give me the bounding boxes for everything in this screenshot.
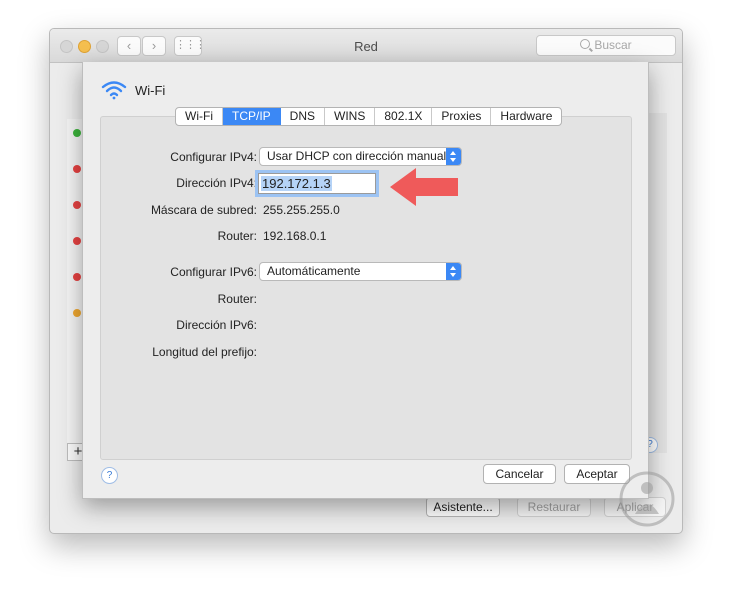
help-button[interactable]: ? bbox=[101, 467, 118, 484]
configure-ipv6-value: Automáticamente bbox=[267, 264, 361, 278]
cancel-button[interactable]: Cancelar bbox=[483, 464, 556, 484]
status-dot-red-icon bbox=[73, 165, 81, 173]
ipv6-address-label: Dirección IPv6: bbox=[176, 318, 257, 332]
subnet-mask-value: 255.255.255.0 bbox=[263, 203, 340, 217]
advanced-settings-sheet: Wi-Fi Wi-Fi TCP/IP DNS WINS 802.1X Proxi… bbox=[82, 62, 649, 499]
tab-tcpip[interactable]: TCP/IP bbox=[222, 108, 281, 125]
status-dot-red-icon bbox=[73, 201, 81, 209]
configure-ipv6-popup[interactable]: Automáticamente bbox=[259, 262, 462, 281]
configure-ipv4-label: Configurar IPv4: bbox=[170, 150, 257, 164]
search-field[interactable]: Buscar bbox=[536, 35, 676, 56]
subnet-mask-label: Máscara de subred: bbox=[150, 203, 257, 217]
tab-wins[interactable]: WINS bbox=[325, 108, 376, 125]
tcpip-panel bbox=[100, 116, 632, 460]
status-dot-green-icon bbox=[73, 129, 81, 137]
interface-name: Wi-Fi bbox=[135, 83, 166, 98]
title-bar: ‹ › ⋮⋮⋮ Red Buscar bbox=[50, 29, 682, 63]
ipv4-router-value: 192.168.0.1 bbox=[263, 229, 327, 243]
tab-dns[interactable]: DNS bbox=[281, 108, 325, 125]
tab-bar: Wi-Fi TCP/IP DNS WINS 802.1X Proxies Har… bbox=[175, 107, 563, 126]
watermark-logo-icon bbox=[619, 471, 675, 527]
configure-ipv4-popup[interactable]: Usar DHCP con dirección manual bbox=[259, 147, 462, 166]
configure-ipv4-value: Usar DHCP con dirección manual bbox=[267, 149, 447, 163]
annotation-arrow-icon bbox=[390, 168, 458, 206]
search-placeholder: Buscar bbox=[594, 38, 632, 52]
status-dot-yellow-icon bbox=[73, 309, 81, 317]
tab-hardware[interactable]: Hardware bbox=[491, 108, 561, 125]
prefix-length-label: Longitud del prefijo: bbox=[152, 345, 257, 359]
tab-wifi[interactable]: Wi-Fi bbox=[176, 108, 223, 125]
popup-arrows-icon bbox=[446, 263, 461, 280]
status-dot-red-icon bbox=[73, 237, 81, 245]
ipv4-address-field[interactable]: 192.172.1.3 bbox=[258, 173, 376, 194]
ipv4-router-label: Router: bbox=[217, 229, 257, 243]
restore-button[interactable]: Restaurar bbox=[517, 497, 591, 517]
ipv4-address-label: Dirección IPv4: bbox=[176, 176, 257, 190]
ipv4-address-value: 192.172.1.3 bbox=[261, 176, 332, 191]
assistant-button[interactable]: Asistente... bbox=[426, 497, 500, 517]
tab-8021x[interactable]: 802.1X bbox=[375, 108, 433, 125]
tab-proxies[interactable]: Proxies bbox=[432, 108, 492, 125]
status-dot-red-icon bbox=[73, 273, 81, 281]
configure-ipv6-label: Configurar IPv6: bbox=[170, 265, 257, 279]
search-icon bbox=[580, 39, 591, 49]
popup-arrows-icon bbox=[446, 148, 461, 165]
wifi-icon bbox=[101, 81, 127, 100]
ipv6-router-label: Router: bbox=[217, 292, 257, 306]
details-panel-edge bbox=[648, 113, 667, 453]
